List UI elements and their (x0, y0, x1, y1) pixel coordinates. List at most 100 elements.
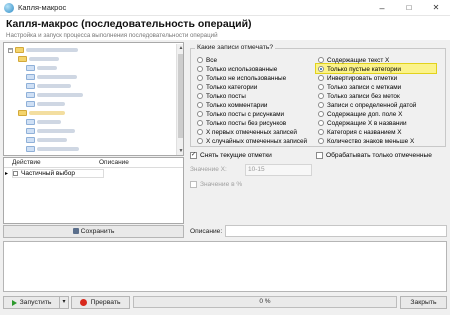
radio-invert-marks[interactable]: Инвертировать отметки (318, 74, 397, 82)
project-tree[interactable]: – ▲ ▼ (3, 42, 184, 156)
radio-label: Только посты с рисунками (206, 110, 285, 118)
expand-icon[interactable]: – (8, 47, 13, 53)
radio-label: Все (206, 56, 218, 64)
radio-random-x-marked[interactable]: X случайных отмеченных записей (197, 137, 307, 145)
radio-label: X случайных отмеченных записей (206, 137, 308, 145)
floppy-icon (72, 228, 79, 234)
radio-label: X первых отмеченных записей (206, 128, 297, 136)
checkbox-box[interactable] (316, 152, 323, 159)
radio-circle[interactable] (318, 93, 324, 99)
radio-circle-selected[interactable] (318, 66, 324, 72)
radio-posts[interactable]: Только посты (197, 92, 246, 100)
radio-label: Записи с определенной датой (327, 101, 417, 109)
radio-circle[interactable] (318, 75, 324, 81)
radio-circle[interactable] (197, 75, 203, 81)
radio-label: Только пустые категории (327, 65, 401, 73)
checkbox-label: Обрабатывать только отмеченные (326, 152, 432, 159)
radio-label: Только записи без меток (327, 92, 400, 100)
minimize-button[interactable]: – (369, 0, 395, 16)
description-input[interactable] (225, 225, 447, 237)
radio-circle[interactable] (318, 57, 324, 63)
save-button[interactable]: Сохранить (3, 225, 184, 238)
row-pointer-icon: ▸ (5, 171, 9, 177)
radio-circle[interactable] (197, 84, 203, 90)
process-marked-checkbox[interactable]: Обрабатывать только отмеченные (316, 151, 432, 160)
radio-extra-field[interactable]: Содержащие доп. поле X (318, 110, 402, 118)
maximize-button[interactable]: □ (396, 0, 422, 16)
radio-circle[interactable] (197, 129, 203, 135)
clear-marks-checkbox[interactable]: ✓ Снять текущие отметки (190, 151, 272, 160)
page-icon (26, 74, 35, 80)
interrupt-button-label: Прервать (90, 299, 121, 306)
radio-circle[interactable] (318, 120, 324, 126)
radio-circle[interactable] (197, 102, 203, 108)
scroll-thumb[interactable] (178, 54, 183, 138)
close-window-button[interactable]: ✕ (423, 0, 449, 16)
checkbox-label: Снять текущие отметки (200, 152, 272, 159)
page-subtitle: Настройка и запуск процесса выполнения п… (6, 32, 218, 39)
radio-circle[interactable] (197, 66, 203, 72)
scroll-down-icon[interactable]: ▼ (177, 147, 183, 155)
progress-bar: 0 % (133, 296, 397, 308)
value-x-input[interactable]: 10-15 (245, 164, 312, 176)
column-header-description[interactable]: Описание (97, 158, 183, 168)
radio-specific-date[interactable]: Записи с определенной датой (318, 101, 416, 109)
checkbox-box[interactable] (190, 181, 197, 188)
value-percent-checkbox[interactable]: Значение в % (190, 180, 242, 189)
radio-label: Только комментарии (206, 101, 268, 109)
actions-grid[interactable]: Действие Описание ▸ Частичный выбор (3, 157, 184, 224)
radio-label: Категория с названием X (327, 128, 402, 136)
save-button-label: Сохранить (80, 228, 115, 235)
run-button[interactable]: Запустить (3, 296, 60, 309)
radio-comments[interactable]: Только комментарии (197, 101, 267, 109)
radio-posts-with-images[interactable]: Только посты с рисунками (197, 110, 284, 118)
radio-circle[interactable] (318, 111, 324, 117)
radio-without-tags[interactable]: Только записи без меток (318, 92, 400, 100)
radio-circle[interactable] (197, 138, 203, 144)
column-header-action[interactable]: Действие (4, 158, 97, 168)
tree-scrollbar[interactable]: ▲ ▼ (176, 44, 183, 155)
radio-circle[interactable] (197, 111, 203, 117)
log-area[interactable] (3, 241, 447, 292)
window-title: Капля-макрос (18, 3, 67, 12)
checkmark-icon[interactable]: ✓ (190, 152, 197, 159)
row-checkbox[interactable] (13, 171, 18, 176)
scroll-up-icon[interactable]: ▲ (177, 44, 183, 53)
radio-all[interactable]: Все (197, 56, 217, 64)
radio-empty-categories[interactable]: Только пустые категории (318, 65, 401, 73)
radio-with-tags[interactable]: Только записи с метками (318, 83, 401, 91)
page-title: Капля-макрос (последовательность операци… (6, 18, 252, 30)
radio-x-in-title[interactable]: Содержащие X в названии (318, 119, 407, 127)
radio-category-named-x[interactable]: Категория с названием X (318, 128, 402, 136)
radio-label: Только категории (206, 83, 258, 91)
group-title: Какие записи отмечать? (195, 44, 276, 51)
radio-used[interactable]: Только использованные (197, 65, 277, 73)
radio-posts-without-images[interactable]: Только посты без рисунков (197, 119, 286, 127)
close-button[interactable]: Закрыть (400, 296, 447, 309)
page-icon (26, 65, 35, 71)
page-header: Капля-макрос (последовательность операци… (0, 16, 450, 40)
radio-circle[interactable] (197, 120, 203, 126)
radio-label: Содержащие доп. поле X (327, 110, 403, 118)
radio-circle[interactable] (197, 93, 203, 99)
run-dropdown-button[interactable]: ▾ (59, 296, 69, 309)
description-label: Описание: (190, 228, 223, 235)
radio-categories[interactable]: Только категории (197, 83, 257, 91)
radio-circle[interactable] (318, 84, 324, 90)
radio-circle[interactable] (197, 57, 203, 63)
page-icon (26, 119, 35, 125)
radio-circle[interactable] (318, 102, 324, 108)
page-icon (26, 128, 35, 134)
radio-circle[interactable] (318, 129, 324, 135)
radio-circle[interactable] (318, 138, 324, 144)
radio-unused[interactable]: Только не использованные (197, 74, 286, 82)
radio-contains-text[interactable]: Содержащие текст X (318, 56, 389, 64)
radio-label: Только не использованные (206, 74, 287, 82)
radio-first-x-marked[interactable]: X первых отмеченных записей (197, 128, 297, 136)
radio-char-count[interactable]: Количество знаков меньше X (318, 137, 414, 145)
radio-label: Только использованные (206, 65, 278, 73)
app-icon (4, 3, 14, 13)
interrupt-button[interactable]: Прервать (71, 296, 130, 309)
table-row[interactable]: Частичный выбор (12, 169, 104, 178)
run-button-label: Запустить (19, 299, 52, 306)
